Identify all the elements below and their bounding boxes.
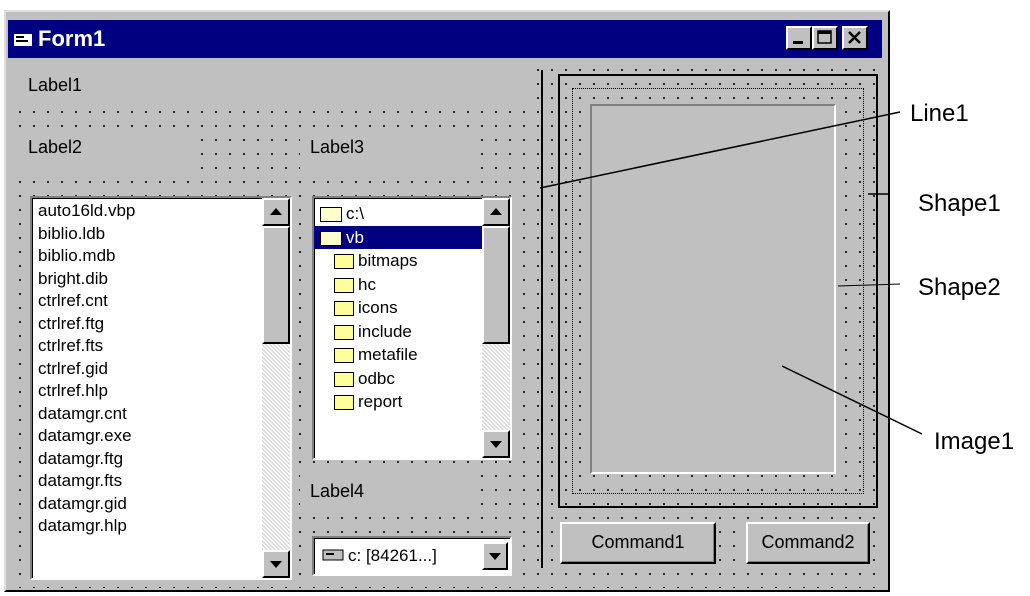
line1-callout: Line1	[910, 100, 969, 127]
shape1-callout: Shape1	[918, 190, 1001, 217]
image1-callout: Image1	[934, 428, 1015, 455]
callout-lines	[539, 111, 923, 435]
shape2-callout: Shape2	[918, 274, 1001, 301]
